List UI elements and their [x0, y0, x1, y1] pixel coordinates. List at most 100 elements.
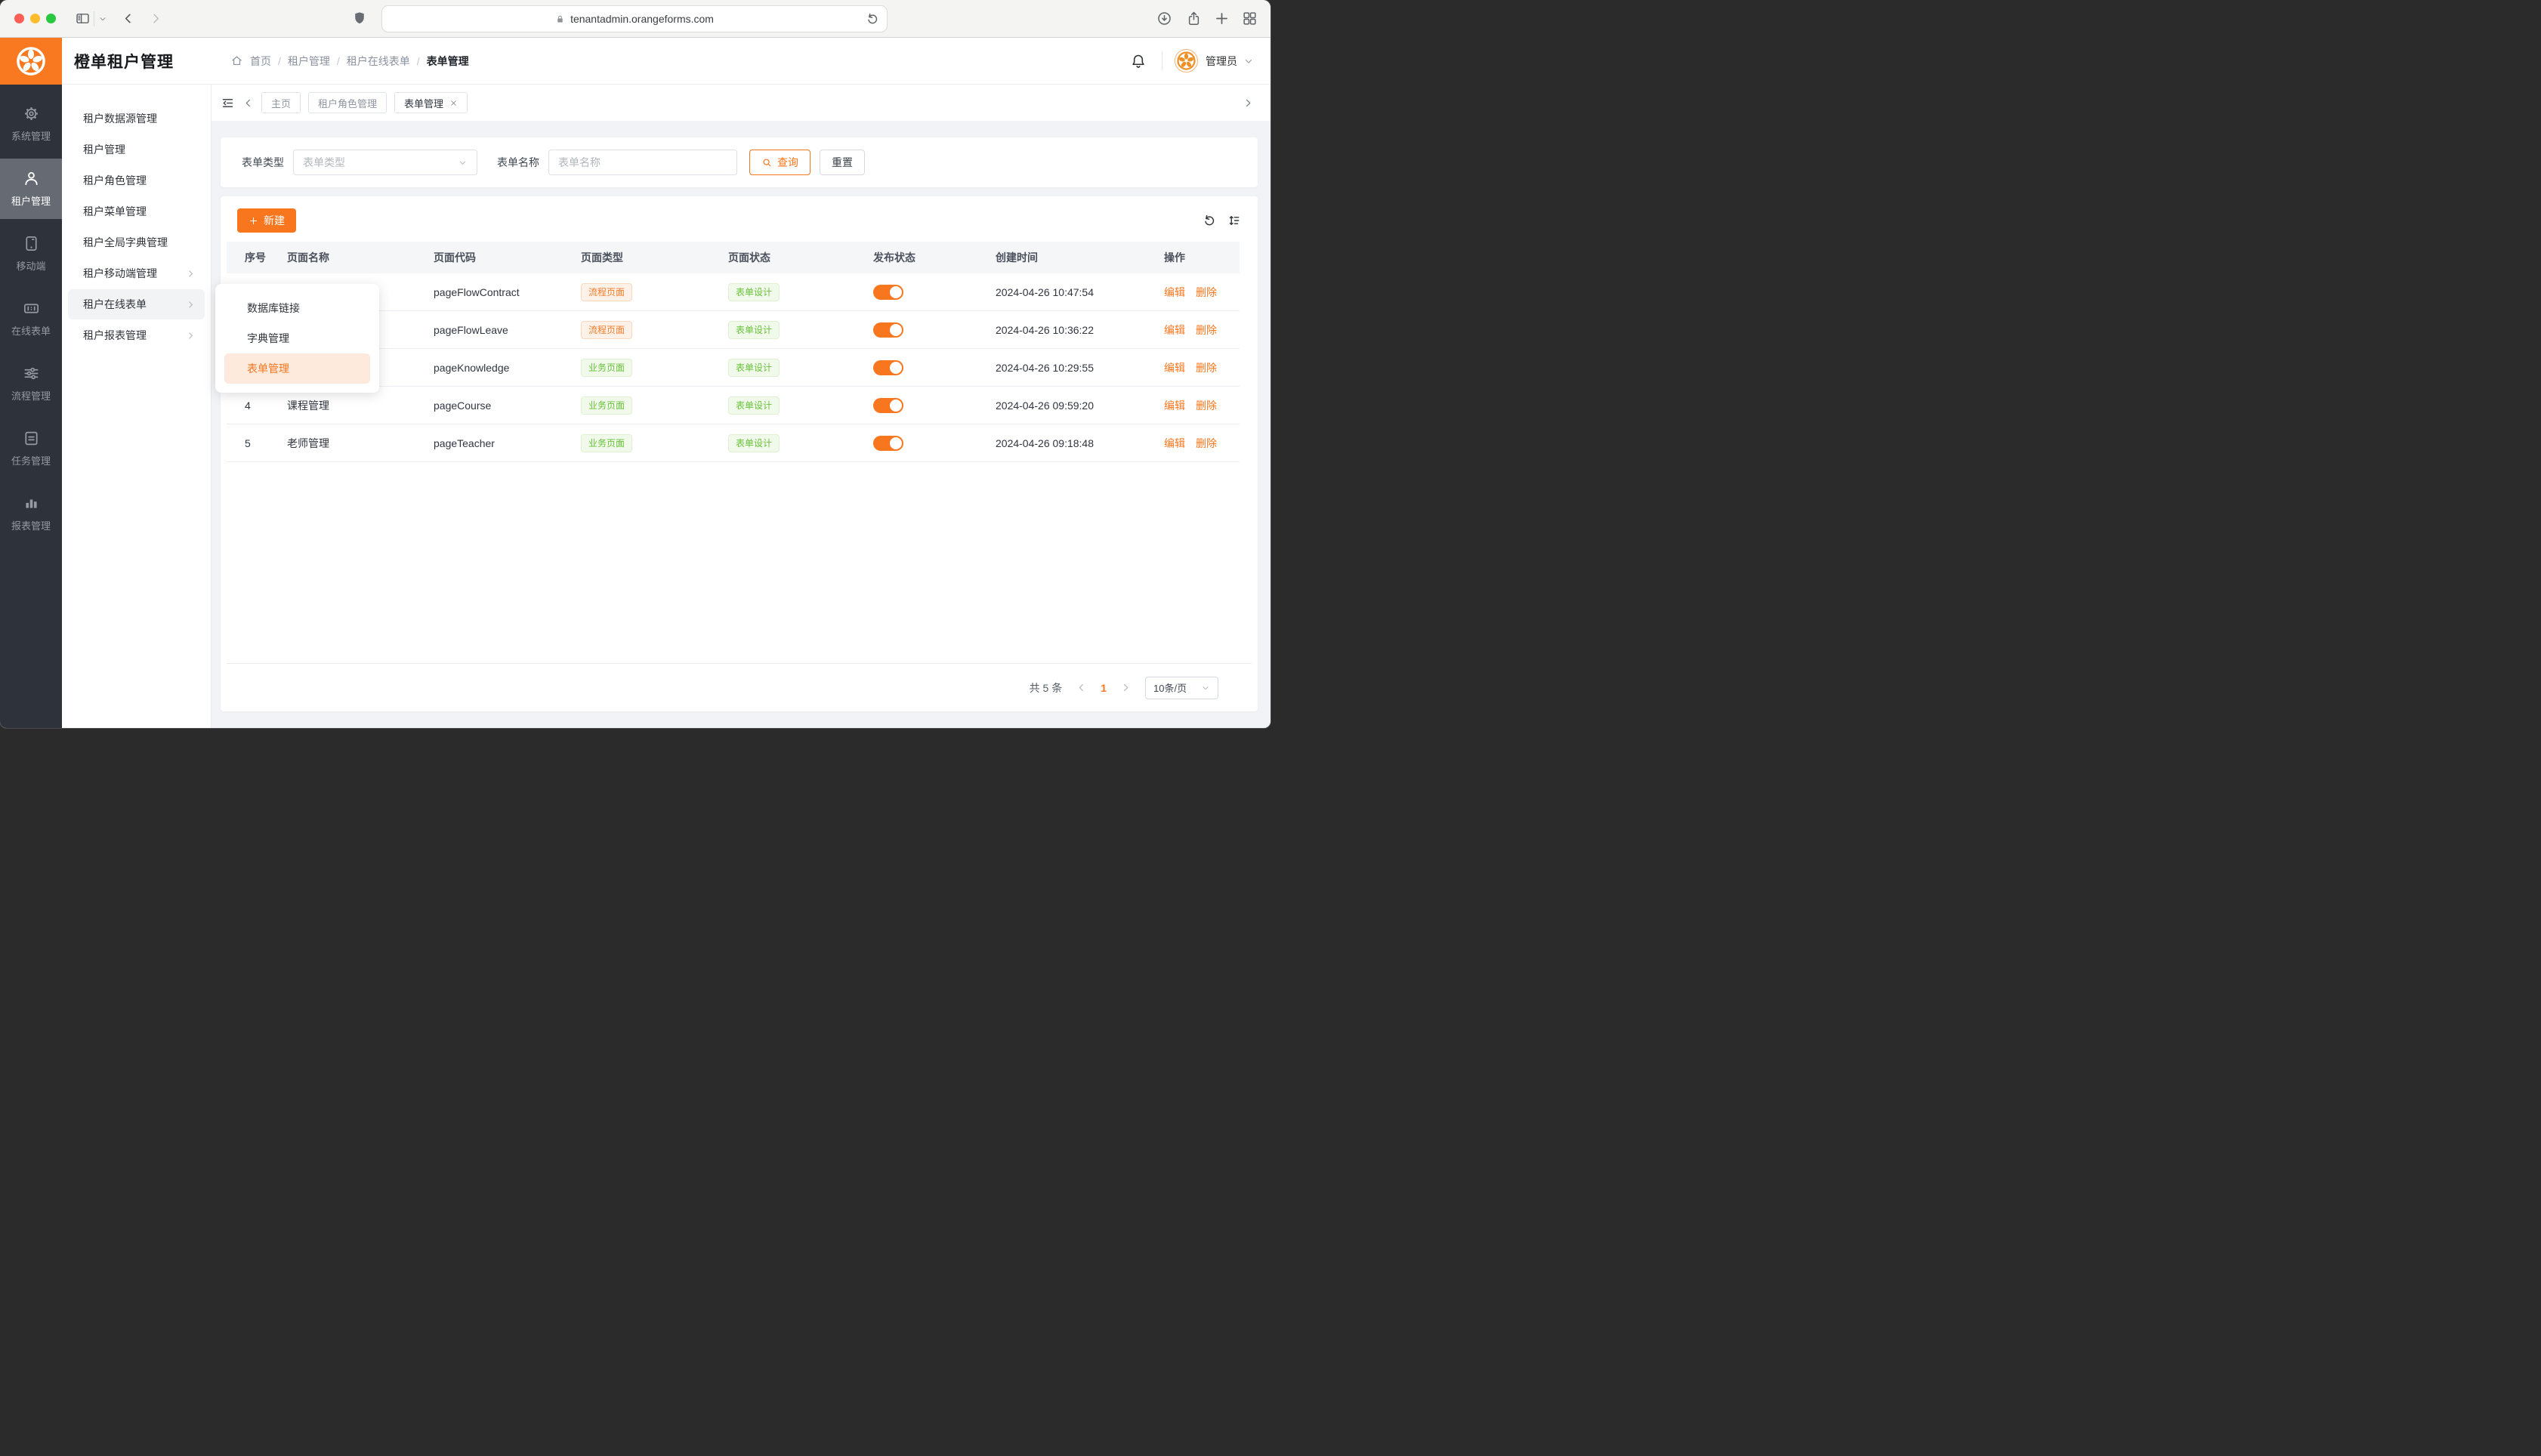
tabs-bar: 主页 租户角色管理 表单管理 [211, 85, 1270, 121]
delete-link[interactable]: 删除 [1196, 285, 1217, 300]
tab-home[interactable]: 主页 [261, 92, 301, 113]
publish-toggle[interactable] [873, 285, 903, 300]
next-page-icon[interactable] [1120, 682, 1132, 693]
collapse-menu-icon[interactable] [221, 96, 235, 110]
notification-bell-icon[interactable] [1130, 53, 1147, 69]
edit-link[interactable]: 编辑 [1164, 322, 1185, 338]
delete-link[interactable]: 删除 [1196, 360, 1217, 375]
sidebar-item-system[interactable]: 系统管理 [0, 94, 62, 154]
submenu-item-dict[interactable]: 租户全局字典管理 [68, 227, 205, 258]
sidebar-item-label: 移动端 [16, 258, 45, 273]
close-window-button[interactable] [14, 14, 24, 23]
submenu-item-role[interactable]: 租户角色管理 [68, 165, 205, 196]
table-toolbar: 新建 [227, 208, 1252, 233]
edit-link[interactable]: 编辑 [1164, 436, 1185, 451]
cell-code: pageCourse [415, 399, 563, 412]
privacy-shield-icon[interactable] [352, 10, 367, 26]
page-number[interactable]: 1 [1101, 682, 1107, 694]
breadcrumb-separator: / [417, 55, 420, 67]
user-name[interactable]: 管理员 [1206, 54, 1237, 69]
tabs-scroll-left-icon[interactable] [242, 97, 254, 109]
new-tab-icon[interactable] [1214, 11, 1230, 26]
submenu-item-report-mgmt[interactable]: 租户报表管理 [68, 320, 205, 350]
tab-form-management[interactable]: 表单管理 [394, 92, 468, 113]
status-badge: 表单设计 [728, 396, 780, 415]
refresh-icon[interactable] [1203, 214, 1216, 227]
sidebar-item-flow[interactable]: 流程管理 [0, 353, 62, 414]
address-bar[interactable]: tenantadmin.orangeforms.com [381, 5, 888, 32]
app-title: 橙单租户管理 [74, 50, 174, 72]
delete-link[interactable]: 删除 [1196, 398, 1217, 413]
forward-icon[interactable] [149, 11, 163, 26]
column-header-publish: 发布状态 [855, 250, 977, 265]
cell-created: 2024-04-26 09:59:20 [977, 399, 1146, 412]
mobile-icon [23, 235, 40, 252]
avatar[interactable] [1175, 49, 1198, 72]
delete-link[interactable]: 删除 [1196, 322, 1217, 338]
reset-button[interactable]: 重置 [820, 150, 865, 175]
back-icon[interactable] [121, 11, 135, 26]
submenu-item-label: 租户报表管理 [83, 328, 147, 343]
app-header: 橙单租户管理 首页 / 租户管理 / 租户在线表单 / 表单管理 管理员 [0, 38, 1270, 85]
publish-toggle[interactable] [873, 322, 903, 338]
publish-toggle[interactable] [873, 360, 903, 375]
column-settings-icon[interactable] [1227, 214, 1241, 227]
plus-icon [249, 216, 258, 226]
submenu-item-tenant[interactable]: 租户管理 [68, 134, 205, 165]
secondary-sidebar: 租户数据源管理 租户管理 租户角色管理 租户菜单管理 租户全局字典管理 租户移动… [62, 85, 211, 728]
reload-icon[interactable] [866, 12, 879, 26]
task-icon [23, 430, 40, 447]
edit-link[interactable]: 编辑 [1164, 360, 1185, 375]
submenu-item-label: 租户数据源管理 [83, 111, 157, 126]
sidebar-item-label: 任务管理 [11, 453, 51, 467]
sidebar-item-report[interactable]: 报表管理 [0, 483, 62, 544]
share-icon[interactable] [1186, 11, 1202, 26]
create-button[interactable]: 新建 [237, 208, 296, 233]
sidebar-item-mobile[interactable]: 移动端 [0, 224, 62, 284]
submenu-item-mobile-mgmt[interactable]: 租户移动端管理 [68, 258, 205, 288]
flyout-item-database-link[interactable]: 数据库链接 [224, 293, 370, 323]
pagination-total: 共 5 条 [1030, 680, 1063, 696]
user-chevron-down-icon[interactable] [1243, 56, 1254, 66]
zoom-window-button[interactable] [46, 14, 56, 23]
breadcrumb-separator: / [337, 55, 340, 67]
flyout-item-form-management[interactable]: 表单管理 [224, 353, 370, 384]
tabs-scroll-right-icon[interactable] [1243, 97, 1254, 109]
tab-overview-icon[interactable] [1242, 11, 1258, 26]
flyout-item-dict[interactable]: 字典管理 [224, 323, 370, 353]
publish-toggle[interactable] [873, 436, 903, 451]
breadcrumb-item[interactable]: 租户在线表单 [347, 54, 410, 69]
form-type-label: 表单类型 [242, 155, 284, 170]
publish-toggle[interactable] [873, 398, 903, 413]
edit-link[interactable]: 编辑 [1164, 285, 1185, 300]
table-row: 5 老师管理 pageTeacher 业务页面 表单设计 2024-04-26 … [227, 424, 1240, 462]
search-button[interactable]: 查询 [749, 150, 810, 175]
breadcrumb-item[interactable]: 租户管理 [288, 54, 330, 69]
cell-name: 课程管理 [269, 398, 415, 413]
home-icon [230, 54, 243, 67]
breadcrumb-current: 表单管理 [427, 54, 469, 69]
sidebar-item-online-form[interactable]: 在线表单 [0, 288, 62, 349]
sidebar-item-task[interactable]: 任务管理 [0, 418, 62, 479]
tab-tenant-role[interactable]: 租户角色管理 [308, 92, 387, 113]
minimize-window-button[interactable] [30, 14, 40, 23]
prev-page-icon[interactable] [1076, 682, 1087, 693]
submenu-item-menu[interactable]: 租户菜单管理 [68, 196, 205, 227]
column-header-status: 页面状态 [710, 250, 855, 265]
submenu-item-online-form[interactable]: 租户在线表单 [68, 289, 205, 319]
status-badge: 表单设计 [728, 434, 780, 452]
form-name-input[interactable] [548, 150, 737, 175]
downloads-icon[interactable] [1156, 11, 1172, 26]
close-icon[interactable] [449, 99, 458, 107]
breadcrumb-home[interactable]: 首页 [250, 54, 271, 69]
page-size-select[interactable]: 10条/页 [1145, 677, 1218, 699]
sidebar-chevron-down-icon[interactable] [98, 14, 107, 23]
submenu-item-datasource[interactable]: 租户数据源管理 [68, 103, 205, 134]
form-type-select[interactable]: 表单类型 [293, 150, 477, 175]
edit-link[interactable]: 编辑 [1164, 398, 1185, 413]
toggle-sidebar-icon[interactable] [75, 11, 91, 26]
chevron-down-icon [458, 158, 468, 168]
delete-link[interactable]: 删除 [1196, 436, 1217, 451]
sidebar-item-tenant[interactable]: 租户管理 [0, 159, 62, 219]
submenu-item-label: 租户移动端管理 [83, 266, 157, 281]
